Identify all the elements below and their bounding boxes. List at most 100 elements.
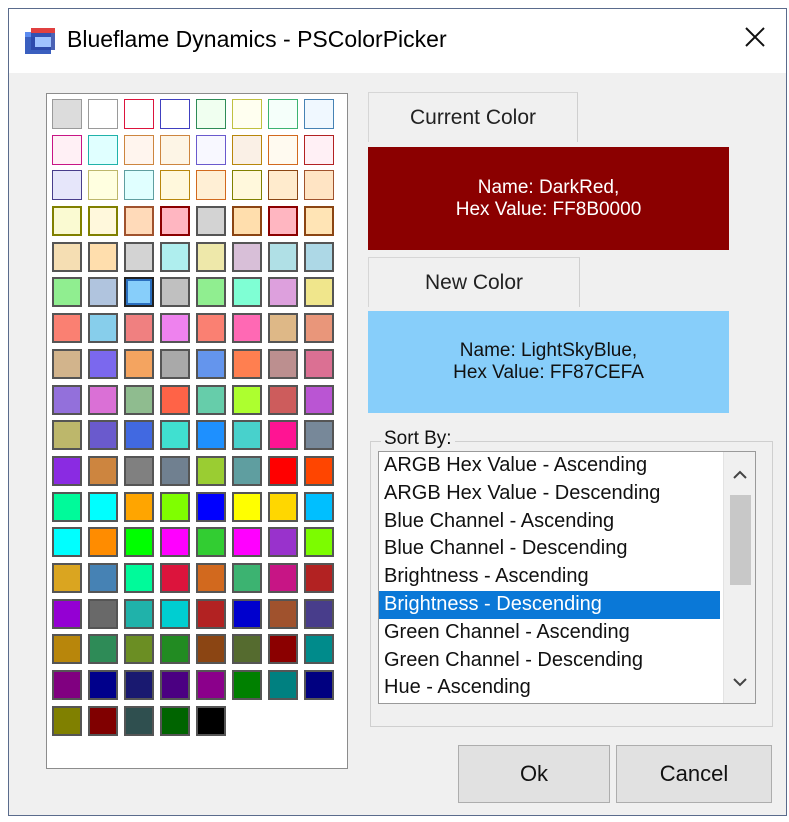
color-swatch[interactable]: [160, 705, 190, 736]
color-swatch[interactable]: [52, 705, 82, 736]
color-swatch[interactable]: [124, 313, 154, 344]
color-swatch[interactable]: [124, 277, 154, 308]
color-swatch[interactable]: [268, 99, 298, 129]
color-swatch[interactable]: [88, 241, 118, 272]
color-swatch[interactable]: [160, 420, 190, 451]
color-swatch[interactable]: [124, 670, 154, 700]
sort-option[interactable]: ARGB Hex Value - Descending: [379, 480, 720, 508]
color-swatch[interactable]: [268, 670, 298, 700]
color-swatch[interactable]: [268, 634, 298, 665]
color-swatch[interactable]: [196, 99, 226, 129]
color-swatch[interactable]: [88, 170, 118, 201]
sort-option[interactable]: Hue - Ascending: [379, 674, 720, 702]
color-swatch[interactable]: [232, 384, 262, 415]
color-swatch[interactable]: [268, 134, 298, 165]
color-swatch[interactable]: [304, 134, 334, 165]
color-swatch[interactable]: [232, 277, 262, 308]
color-swatch[interactable]: [88, 420, 118, 451]
color-swatch[interactable]: [124, 170, 154, 201]
color-swatch[interactable]: [160, 277, 190, 308]
color-swatch[interactable]: [160, 527, 190, 558]
color-swatch[interactable]: [268, 562, 298, 593]
color-swatch[interactable]: [160, 241, 190, 272]
scroll-up-button[interactable]: [724, 460, 755, 490]
color-swatch[interactable]: [52, 491, 82, 522]
color-swatch[interactable]: [88, 670, 118, 700]
color-swatch[interactable]: [124, 455, 154, 486]
color-swatch[interactable]: [124, 562, 154, 593]
color-swatch[interactable]: [88, 562, 118, 593]
color-swatch[interactable]: [268, 598, 298, 629]
color-swatch[interactable]: [160, 384, 190, 415]
color-swatch[interactable]: [52, 348, 82, 379]
color-swatch[interactable]: [304, 384, 334, 415]
color-swatch[interactable]: [88, 99, 118, 129]
color-swatch[interactable]: [304, 562, 334, 593]
color-swatch[interactable]: [304, 670, 334, 700]
sort-by-listbox[interactable]: ARGB Hex Value - Ascending ARGB Hex Value…: [378, 451, 756, 704]
color-swatch[interactable]: [232, 348, 262, 379]
sort-option[interactable]: ARGB Hex Value - Ascending: [379, 452, 720, 480]
color-swatch[interactable]: [160, 562, 190, 593]
color-swatch[interactable]: [232, 313, 262, 344]
sort-option[interactable]: Blue Channel - Ascending: [379, 508, 720, 536]
color-swatch[interactable]: [196, 170, 226, 201]
color-swatch[interactable]: [124, 420, 154, 451]
color-swatch[interactable]: [52, 634, 82, 665]
color-swatch[interactable]: [88, 134, 118, 165]
color-swatch[interactable]: [304, 634, 334, 665]
color-swatch[interactable]: [268, 527, 298, 558]
color-swatch[interactable]: [88, 598, 118, 629]
color-swatch[interactable]: [196, 527, 226, 558]
color-swatch[interactable]: [88, 491, 118, 522]
color-swatch[interactable]: [232, 455, 262, 486]
color-swatch[interactable]: [304, 527, 334, 558]
color-swatch[interactable]: [232, 670, 262, 700]
color-swatch[interactable]: [196, 562, 226, 593]
color-swatch[interactable]: [160, 491, 190, 522]
color-swatch[interactable]: [52, 99, 82, 129]
title-bar[interactable]: Blueflame Dynamics - PSColorPicker: [9, 9, 786, 73]
color-swatch[interactable]: [304, 455, 334, 486]
color-swatch[interactable]: [268, 313, 298, 344]
color-swatch[interactable]: [196, 241, 226, 272]
color-swatch[interactable]: [124, 705, 154, 736]
color-swatch[interactable]: [304, 206, 334, 237]
color-swatch[interactable]: [304, 348, 334, 379]
color-swatch[interactable]: [124, 384, 154, 415]
color-swatch[interactable]: [52, 455, 82, 486]
cancel-button[interactable]: Cancel: [616, 745, 772, 803]
color-swatch[interactable]: [268, 491, 298, 522]
scroll-thumb[interactable]: [730, 495, 751, 585]
color-swatch[interactable]: [124, 134, 154, 165]
color-swatch[interactable]: [196, 420, 226, 451]
color-swatch[interactable]: [304, 491, 334, 522]
color-swatch[interactable]: [196, 206, 226, 237]
color-swatch[interactable]: [52, 277, 82, 308]
color-swatch[interactable]: [196, 384, 226, 415]
sort-option[interactable]: Green Channel - Ascending: [379, 619, 720, 647]
listbox-scrollbar[interactable]: [723, 452, 755, 703]
color-swatch[interactable]: [304, 241, 334, 272]
color-swatch[interactable]: [196, 705, 226, 736]
color-swatch[interactable]: [88, 455, 118, 486]
color-swatch[interactable]: [232, 241, 262, 272]
color-swatch[interactable]: [232, 170, 262, 201]
color-swatch[interactable]: [160, 634, 190, 665]
color-swatch[interactable]: [196, 670, 226, 700]
color-swatch[interactable]: [52, 206, 82, 237]
sort-option[interactable]: Brightness - Descending: [379, 590, 720, 619]
color-swatch[interactable]: [160, 670, 190, 700]
color-swatch[interactable]: [268, 241, 298, 272]
color-swatch[interactable]: [196, 634, 226, 665]
color-swatch[interactable]: [232, 527, 262, 558]
sort-option[interactable]: Blue Channel - Descending: [379, 535, 720, 563]
color-swatch[interactable]: [124, 527, 154, 558]
color-swatch[interactable]: [196, 455, 226, 486]
color-swatch[interactable]: [88, 705, 118, 736]
color-swatch[interactable]: [232, 598, 262, 629]
color-swatch[interactable]: [268, 384, 298, 415]
color-swatch[interactable]: [196, 491, 226, 522]
color-swatch[interactable]: [124, 206, 154, 237]
color-swatch[interactable]: [52, 562, 82, 593]
